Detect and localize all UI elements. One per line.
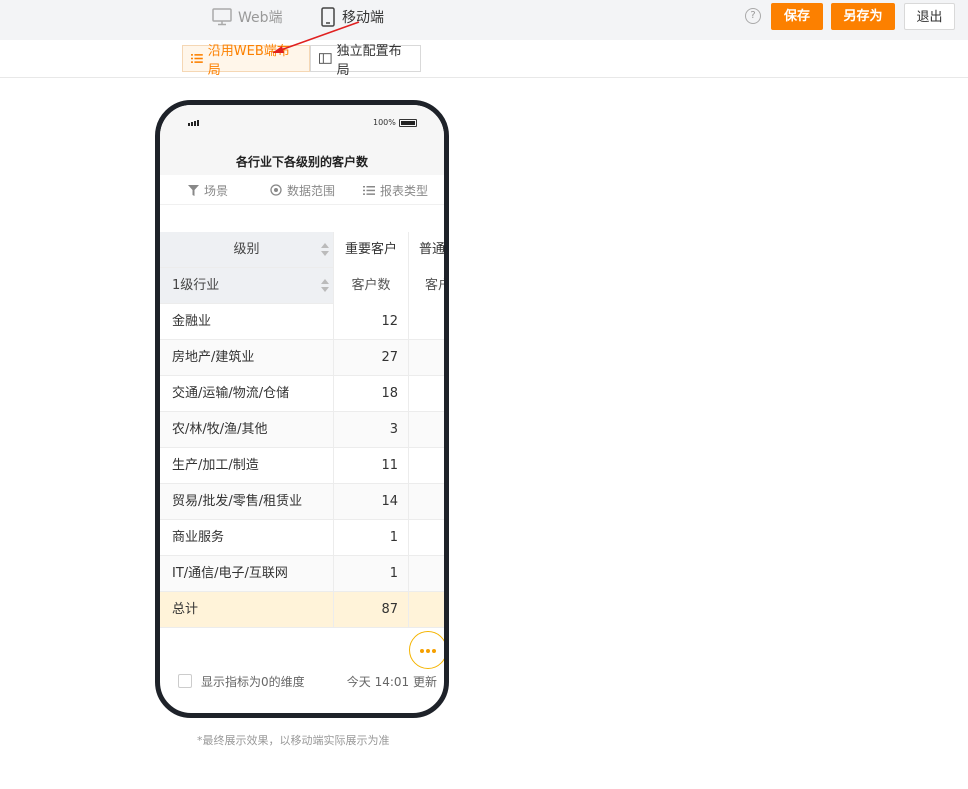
sort-icon[interactable] [321, 243, 329, 257]
table-row: 生产/加工/制造 11 [160, 448, 444, 484]
signal-icon [188, 120, 199, 126]
row-cell [409, 304, 444, 340]
report-toolbar: 场景 数据范围 报表类型 [160, 175, 444, 205]
table-row: IT/通信/电子/互联网 1 [160, 556, 444, 592]
row-cell [409, 520, 444, 556]
row-name: 贸易/批发/零售/租赁业 [160, 484, 334, 520]
row-name: 交通/运输/物流/仓储 [160, 376, 334, 412]
total-cell [409, 592, 444, 628]
header-important: 重要客户 [334, 232, 409, 268]
row-name: 农/林/牧/渔/其他 [160, 412, 334, 448]
more-actions-button[interactable] [409, 631, 444, 669]
header-level[interactable]: 级别 [160, 232, 334, 268]
header-industry[interactable]: 1级行业 [160, 268, 334, 304]
sort-icon[interactable] [321, 279, 329, 293]
layout-toggle-bar: 沿用WEB端布局 独立配置布局 [0, 40, 968, 78]
row-cell [409, 484, 444, 520]
row-value: 12 [334, 304, 409, 340]
row-cell [409, 556, 444, 592]
data-range-tool[interactable]: 数据范围 [270, 175, 335, 205]
report-type-tool[interactable]: 报表类型 [363, 175, 428, 205]
scene-label: 场景 [204, 183, 229, 198]
table-total-row: 总计 87 [160, 592, 444, 628]
row-cell [409, 340, 444, 376]
table-header-row: 级别 重要客户 普通 [160, 232, 444, 268]
table-row: 商业服务 1 [160, 520, 444, 556]
row-name: 商业服务 [160, 520, 334, 556]
row-name: IT/通信/电子/互联网 [160, 556, 334, 592]
table-subheader-row: 1级行业 客户数 客户 [160, 268, 444, 304]
save-as-button[interactable]: 另存为 [831, 3, 895, 30]
phone-preview: 100% 各行业下各级别的客户数 场景 数据范围 报表类型 级别 重要客户 普通… [155, 100, 449, 718]
row-name: 生产/加工/制造 [160, 448, 334, 484]
header-count-2: 客户 [409, 268, 444, 304]
row-cell [409, 448, 444, 484]
row-name: 房地产/建筑业 [160, 340, 334, 376]
row-value: 11 [334, 448, 409, 484]
list-icon [191, 54, 203, 63]
monitor-icon [212, 7, 232, 25]
data-table: 级别 重要客户 普通 1级行业 客户数 客户 金融业 12 房地产/建筑业 27… [160, 232, 444, 628]
show-zero-checkbox[interactable] [178, 674, 192, 688]
table-row: 交通/运输/物流/仓储 18 [160, 376, 444, 412]
more-dots-icon [420, 649, 424, 653]
report-type-label: 报表类型 [380, 183, 429, 198]
report-title: 各行业下各级别的客户数 [160, 145, 444, 175]
help-icon[interactable]: ? [745, 8, 761, 24]
total-label: 总计 [160, 592, 334, 628]
row-value: 14 [334, 484, 409, 520]
table-row: 金融业 12 [160, 304, 444, 340]
battery-icon [399, 119, 417, 127]
list-icon [363, 185, 375, 195]
exit-button[interactable]: 退出 [904, 3, 955, 30]
row-value: 27 [334, 340, 409, 376]
phone-footer: 显示指标为0的维度 今天 14:01 更新 [160, 671, 444, 693]
header-industry-label: 1级行业 [172, 278, 220, 293]
row-value: 18 [334, 376, 409, 412]
row-name: 金融业 [160, 304, 334, 340]
status-bar: 100% [160, 105, 444, 145]
battery-percent: 100% [373, 118, 396, 127]
preview-note: *最终展示效果，以移动端实际展示为准 [197, 734, 390, 747]
header-count: 客户数 [334, 268, 409, 304]
top-bar: Web端 移动端 ? 保存 另存为 退出 [0, 0, 968, 40]
row-cell [409, 376, 444, 412]
header-normal: 普通 [409, 232, 444, 268]
annotation-arrow-icon [272, 21, 360, 53]
filter-icon [188, 184, 199, 196]
update-time: 今天 14:01 更新 [346, 675, 437, 689]
row-value: 3 [334, 412, 409, 448]
row-value: 1 [334, 520, 409, 556]
row-cell [409, 412, 444, 448]
table-row: 农/林/牧/渔/其他 3 [160, 412, 444, 448]
row-value: 1 [334, 556, 409, 592]
table-row: 房地产/建筑业 27 [160, 340, 444, 376]
scene-tool[interactable]: 场景 [188, 175, 228, 205]
save-button[interactable]: 保存 [771, 3, 823, 30]
header-level-label: 级别 [233, 242, 260, 257]
table-row: 贸易/批发/零售/租赁业 14 [160, 484, 444, 520]
show-zero-label: 显示指标为0的维度 [201, 675, 305, 689]
target-icon [270, 184, 282, 196]
total-value: 87 [334, 592, 409, 628]
data-range-label: 数据范围 [287, 183, 336, 198]
